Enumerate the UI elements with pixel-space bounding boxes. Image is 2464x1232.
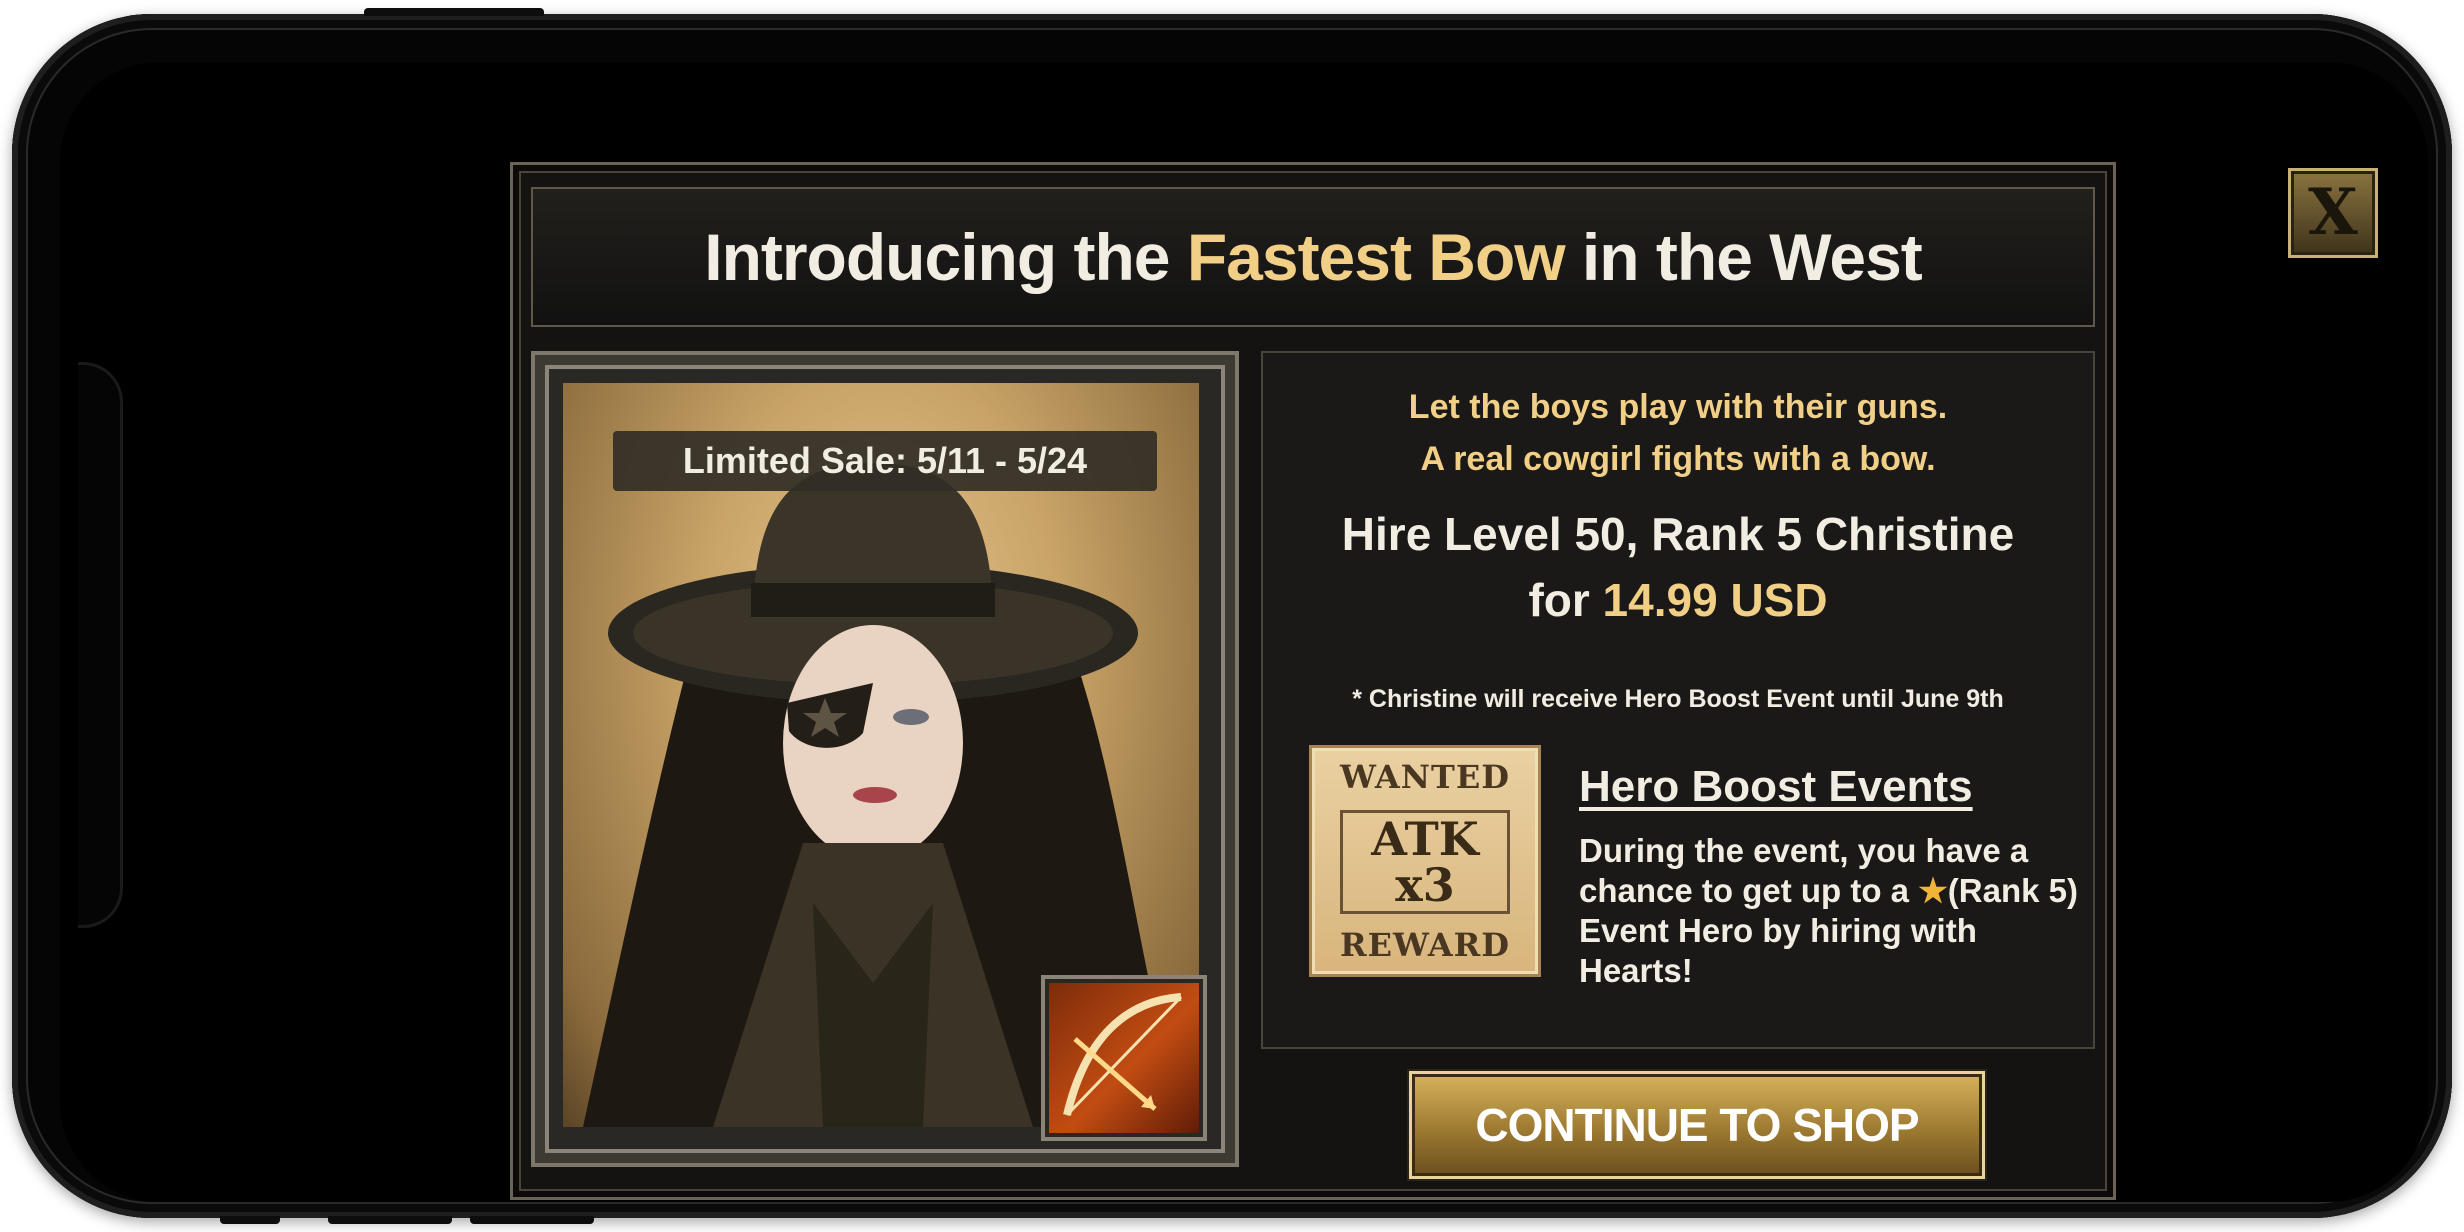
tagline-line-1: Let the boys play with their guns. bbox=[1408, 388, 1948, 426]
tagline-line-2: A real cowgirl fights with a bow. bbox=[1420, 440, 1936, 478]
hire-price: 14.99 USD bbox=[1602, 574, 1828, 626]
poster-atk: ATK bbox=[1371, 812, 1479, 866]
hire-line-1: Hire Level 50, Rank 5 Christine bbox=[1341, 508, 2015, 560]
close-icon: X bbox=[2308, 175, 2358, 250]
poster-top: WANTED bbox=[1340, 758, 1510, 796]
continue-to-shop-button[interactable]: CONTINUE TO SHOP bbox=[1409, 1071, 1985, 1179]
screen: X Introducing the Fastest Bow in the Wes… bbox=[60, 62, 2428, 1202]
hero-boost-body: During the event, you have a chance to g… bbox=[1579, 831, 2079, 991]
title-pre: Introducing the bbox=[704, 220, 1187, 294]
phone-top-button bbox=[364, 8, 544, 16]
boost-note: * Christine will receive Hero Boost Even… bbox=[1352, 685, 2004, 713]
poster-box: ATK x3 bbox=[1340, 810, 1510, 914]
phone-frame: X Introducing the Fastest Bow in the Wes… bbox=[12, 8, 2452, 1224]
wanted-poster: WANTED ATK x3 REWARD bbox=[1309, 745, 1541, 977]
bow-icon bbox=[1041, 975, 1207, 1141]
title-bar: Introducing the Fastest Bow in the West bbox=[531, 187, 2095, 327]
poster-bottom: REWARD bbox=[1339, 926, 1511, 964]
tagline: Let the boys play with their guns. A rea… bbox=[1263, 381, 2093, 485]
hero-portrait-frame: Limited Sale: 5/11 - 5/24 bbox=[531, 351, 1239, 1167]
title-post: in the West bbox=[1564, 220, 1923, 294]
poster-multiplier: x3 bbox=[1395, 858, 1455, 912]
dialog-title: Introducing the Fastest Bow in the West bbox=[533, 189, 2093, 325]
star-icon: ★ bbox=[1918, 872, 1948, 909]
hire-for: for bbox=[1528, 574, 1603, 626]
phone-bottom-button-3 bbox=[470, 1216, 594, 1224]
hire-offer: Hire Level 50, Rank 5 Christine for 14.9… bbox=[1263, 501, 2093, 633]
close-button[interactable]: X bbox=[2288, 168, 2378, 258]
promo-dialog: Introducing the Fastest Bow in the West bbox=[510, 162, 2116, 1200]
notch bbox=[78, 362, 123, 928]
hero-boost-title: Hero Boost Events bbox=[1579, 762, 1973, 811]
phone-bottom-button-2 bbox=[328, 1216, 452, 1224]
offer-info-panel: Let the boys play with their guns. A rea… bbox=[1261, 351, 2095, 1049]
bow-icon-graphic bbox=[1063, 993, 1183, 1117]
phone-bottom-button-1 bbox=[220, 1216, 280, 1224]
title-highlight: Fastest Bow bbox=[1186, 220, 1566, 294]
limited-sale-label: Limited Sale: 5/11 - 5/24 bbox=[613, 431, 1157, 491]
hire-line-2: for 14.99 USD bbox=[1263, 567, 2093, 633]
